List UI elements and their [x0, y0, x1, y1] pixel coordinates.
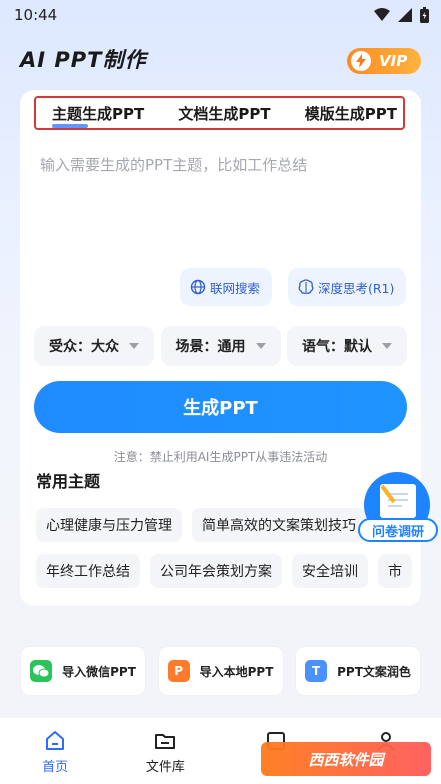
topic-chip[interactable]: 市 [378, 554, 412, 588]
home-icon [46, 731, 65, 750]
nav-home-label: 首页 [42, 760, 69, 775]
topic-chip[interactable]: 心理健康与压力管理 [36, 508, 182, 542]
brain-icon [298, 279, 314, 294]
nav-files[interactable]: 文件库 [115, 730, 215, 775]
topic-chip[interactable]: 安全培训 [292, 554, 368, 588]
status-bar: 10:44 [0, 0, 441, 32]
survey-float-button[interactable]: 问卷调研 [358, 470, 438, 546]
generate-ppt-button[interactable]: 生成PPT [34, 381, 407, 433]
wechat-icon [30, 660, 53, 682]
vip-label: VIP [379, 52, 408, 70]
deep-think-button[interactable]: 深度思考(R1) [288, 268, 406, 306]
survey-label: 问卷调研 [358, 518, 438, 542]
app-title: AI PPT制作 [20, 48, 147, 72]
caret-down-icon [382, 343, 392, 349]
import-local-label: 导入本地PPT [199, 664, 274, 679]
mode-tabs: 主题生成PPT 文档生成PPT 模版生成PPT [34, 96, 405, 130]
tone-select[interactable]: 语气：默认 [287, 326, 407, 366]
topic-row: 年终工作总结 公司年会策划方案 安全培训 市 [36, 554, 421, 588]
scene-select-label: 场景：通用 [175, 339, 246, 355]
globe-icon [190, 279, 206, 295]
nav-files-label: 文件库 [145, 760, 185, 775]
watermark-logo: 西西软件园 [261, 742, 431, 776]
ppt-polish-button[interactable]: T PPT文案润色 [295, 646, 421, 696]
scene-select[interactable]: 场景：通用 [160, 326, 281, 366]
audience-select[interactable]: 受众：大众 [34, 326, 154, 366]
ppt-polish-label: PPT文案润色 [337, 664, 411, 679]
status-icons [374, 7, 429, 23]
topic-chip[interactable]: 简单高效的文案策划技巧 [192, 508, 366, 542]
topic-chip[interactable]: 公司年会策划方案 [150, 554, 282, 588]
document-icon [380, 484, 416, 518]
caret-down-icon [255, 343, 266, 349]
import-wechat-ppt-button[interactable]: 导入微信PPT [20, 646, 146, 696]
status-time: 10:44 [14, 6, 58, 24]
nav-home[interactable]: 首页 [5, 730, 105, 775]
signal-icon [398, 8, 412, 22]
web-search-button[interactable]: 联网搜索 [180, 268, 272, 306]
import-local-ppt-button[interactable]: P 导入本地PPT [157, 646, 284, 696]
topic-chip[interactable]: 年终工作总结 [36, 554, 140, 588]
text-icon: T [305, 660, 328, 682]
web-search-label: 联网搜索 [210, 280, 261, 296]
vip-badge[interactable]: VIP [347, 48, 421, 74]
tone-select-label: 语气：默认 [302, 339, 372, 355]
deep-think-label: 深度思考(R1) [318, 280, 395, 296]
common-topics-title: 常用主题 [36, 472, 101, 491]
tab-template-ppt[interactable]: 模版生成PPT [305, 103, 397, 124]
folder-icon [155, 734, 176, 749]
topic-input[interactable] [40, 154, 400, 254]
option-selects: 受众：大众 场景：通用 语气：默认 [34, 326, 407, 366]
import-wechat-label: 导入微信PPT [62, 664, 136, 679]
quick-actions: 导入微信PPT P 导入本地PPT T PPT文案润色 [20, 646, 421, 696]
tab-document-ppt[interactable]: 文档生成PPT [178, 103, 270, 124]
wifi-icon [374, 8, 390, 21]
ppt-file-icon: P [167, 660, 190, 682]
lightning-icon [351, 51, 371, 71]
battery-icon [420, 7, 429, 23]
caret-down-icon [129, 343, 139, 349]
notice-text: 注意：禁止利用AI生成PPT从事违法活动 [113, 450, 328, 464]
audience-select-label: 受众：大众 [49, 339, 119, 355]
tab-topic-ppt[interactable]: 主题生成PPT [52, 103, 144, 128]
